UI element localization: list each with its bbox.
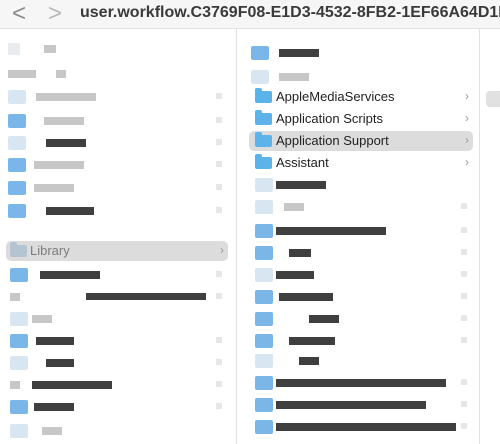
list-item[interactable] bbox=[249, 221, 473, 241]
chevron-right-icon: › bbox=[465, 155, 469, 169]
item-label: Library bbox=[30, 243, 70, 258]
list-item[interactable] bbox=[6, 265, 228, 285]
list-item[interactable] bbox=[249, 373, 473, 393]
folder-icon bbox=[255, 88, 272, 103]
folder-item-application-scripts[interactable]: Application Scripts › bbox=[249, 109, 473, 129]
list-item[interactable] bbox=[6, 133, 228, 153]
list-item[interactable] bbox=[6, 201, 228, 221]
folder-icon bbox=[255, 132, 272, 147]
list-item[interactable] bbox=[249, 243, 473, 263]
list-item[interactable] bbox=[249, 331, 473, 351]
item-label: AppleMediaServices bbox=[276, 89, 395, 104]
list-item[interactable] bbox=[6, 64, 228, 84]
item-label: Application Support bbox=[276, 133, 389, 148]
list-item[interactable] bbox=[249, 67, 473, 87]
folder-item-application-support[interactable]: Application Support › bbox=[249, 131, 473, 151]
list-item[interactable] bbox=[249, 287, 473, 307]
back-button[interactable]: < bbox=[12, 2, 26, 26]
toolbar: < > user.workflow.C3769F08-E1D3-4532-8FB… bbox=[0, 0, 500, 29]
forward-button[interactable]: > bbox=[48, 2, 62, 26]
list-item[interactable] bbox=[6, 421, 228, 441]
list-item[interactable] bbox=[249, 175, 473, 195]
list-item[interactable] bbox=[6, 397, 228, 417]
list-item[interactable] bbox=[6, 155, 228, 175]
chevron-right-icon: › bbox=[465, 133, 469, 147]
chevron-right-icon: › bbox=[220, 243, 224, 257]
list-item[interactable] bbox=[6, 287, 228, 307]
column-2[interactable]: AppleMediaServices › Application Scripts… bbox=[236, 29, 479, 444]
list-item[interactable] bbox=[249, 309, 473, 329]
list-item[interactable] bbox=[249, 265, 473, 285]
list-item[interactable] bbox=[6, 309, 228, 329]
list-item[interactable] bbox=[249, 43, 473, 63]
list-item[interactable] bbox=[6, 353, 228, 373]
list-item[interactable] bbox=[249, 351, 473, 371]
folder-icon bbox=[255, 154, 272, 169]
column-1[interactable]: Library › bbox=[0, 29, 234, 444]
list-item[interactable] bbox=[6, 87, 228, 107]
item-label: Assistant bbox=[276, 155, 329, 170]
list-item[interactable] bbox=[6, 331, 228, 351]
folder-item-assistant[interactable]: Assistant › bbox=[249, 153, 473, 173]
list-item[interactable] bbox=[6, 39, 228, 59]
list-item[interactable] bbox=[6, 111, 228, 131]
list-item[interactable] bbox=[249, 395, 473, 415]
folder-icon bbox=[255, 110, 272, 125]
chevron-right-icon: › bbox=[465, 111, 469, 125]
folder-icon bbox=[10, 242, 27, 257]
sidebar-item-library[interactable]: Library › bbox=[6, 241, 228, 261]
column-3[interactable] bbox=[479, 29, 500, 444]
chevron-right-icon: › bbox=[465, 89, 469, 103]
item-label: Application Scripts bbox=[276, 111, 383, 126]
list-item[interactable] bbox=[486, 91, 500, 107]
list-item[interactable] bbox=[249, 417, 473, 437]
list-item[interactable] bbox=[249, 197, 473, 217]
window-title: user.workflow.C3769F08-E1D3-4532-8FB2-1E… bbox=[80, 4, 500, 21]
folder-item-applemediaservices[interactable]: AppleMediaServices › bbox=[249, 87, 473, 107]
list-item[interactable] bbox=[6, 178, 228, 198]
list-item[interactable] bbox=[6, 375, 228, 395]
